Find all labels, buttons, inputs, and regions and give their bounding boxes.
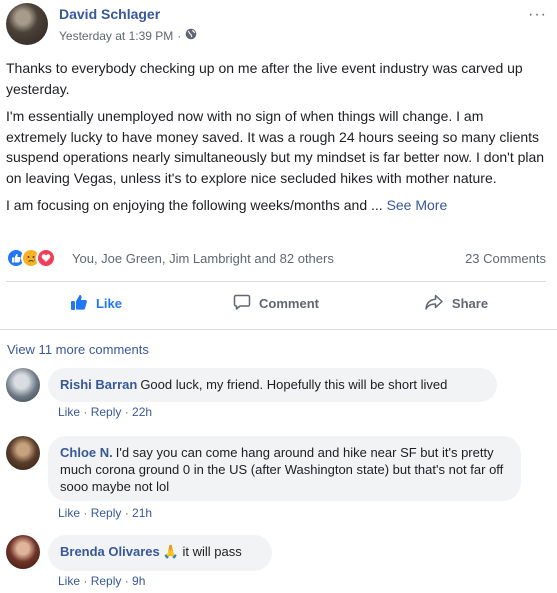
commenter-avatar[interactable] (6, 436, 40, 470)
comment-time[interactable]: 22h (132, 405, 152, 419)
comment-bubble: Chloe N. I'd say you can come hang around… (48, 436, 521, 501)
post-paragraph: I am focusing on enjoying the following … (6, 195, 546, 216)
facebook-post: David Schlager Yesterday at 1:39 PM · ··… (0, 0, 557, 593)
more-options-icon[interactable]: ··· (528, 6, 547, 24)
share-button[interactable]: Share (366, 286, 546, 320)
love-reaction-icon (36, 248, 56, 268)
comment-icon (233, 293, 251, 314)
post-paragraph: I'm essentially unemployed now with no s… (6, 108, 545, 186)
meta-separator: · (177, 28, 182, 43)
comment-button-label: Comment (259, 295, 319, 311)
praying-hands-emoji: 🙏 (162, 544, 179, 559)
divider (6, 281, 546, 282)
comment-like-link[interactable]: Like (58, 574, 80, 588)
commenter-avatar[interactable] (6, 368, 40, 402)
share-button-label: Share (451, 295, 489, 311)
comment-time[interactable]: 21h (132, 506, 152, 520)
comment-button[interactable]: Comment (186, 286, 366, 320)
comment-text: it will pass (182, 544, 242, 559)
like-button-label: Like (95, 295, 122, 311)
post-meta: Yesterday at 1:39 PM · (59, 28, 197, 43)
post-actions: Like Comment Share (6, 286, 546, 320)
comment-like-link[interactable]: Like (58, 506, 80, 520)
commenter-avatar[interactable] (6, 535, 40, 569)
thumbs-up-icon (70, 293, 88, 314)
post-body: Thanks to everybody checking up on me af… (6, 58, 546, 223)
comment-bubble: Brenda Olivares 🙏 it will pass (48, 535, 272, 571)
reactions-summary: You, Joe Green, Jim Lambright and 82 oth… (6, 248, 546, 270)
divider (0, 329, 557, 330)
share-icon (424, 293, 444, 314)
commenter-name[interactable]: Brenda Olivares (60, 544, 160, 559)
like-button[interactable]: Like (6, 286, 186, 320)
comment-like-link[interactable]: Like (58, 405, 80, 419)
post-paragraph: Thanks to everybody checking up on me af… (6, 60, 523, 97)
author-avatar[interactable] (6, 3, 48, 45)
comment-actions: Like · Reply · 9h (58, 574, 146, 588)
comment-actions: Like · Reply · 21h (58, 506, 153, 520)
comment-time[interactable]: 9h (132, 574, 145, 588)
author-name[interactable]: David Schlager (59, 6, 160, 22)
comment-actions: Like · Reply · 22h (58, 405, 153, 419)
post-timestamp[interactable]: Yesterday at 1:39 PM (59, 29, 173, 43)
comment-reply-link[interactable]: Reply (91, 506, 122, 520)
comment-bubble: Rishi Barran Good luck, my friend. Hopefu… (48, 368, 497, 402)
see-more-link[interactable]: See More (387, 197, 448, 213)
reaction-names[interactable]: You, Joe Green, Jim Lambright and 82 oth… (72, 251, 334, 266)
comment-reply-link[interactable]: Reply (91, 405, 122, 419)
comment-count[interactable]: 23 Comments (465, 251, 546, 266)
view-more-comments-link[interactable]: View 11 more comments (7, 342, 149, 357)
comment-text: Good luck, my friend. Hopefully this wil… (140, 377, 448, 392)
post-paragraph-truncated: I am focusing on enjoying the following … (6, 197, 383, 213)
reaction-icons[interactable] (6, 248, 56, 268)
comment-reply-link[interactable]: Reply (91, 574, 122, 588)
commenter-name[interactable]: Chloe N. (60, 445, 113, 460)
comment-text: I'd say you can come hang around and hik… (60, 445, 504, 494)
globe-icon (185, 28, 197, 43)
commenter-name[interactable]: Rishi Barran (60, 377, 137, 392)
